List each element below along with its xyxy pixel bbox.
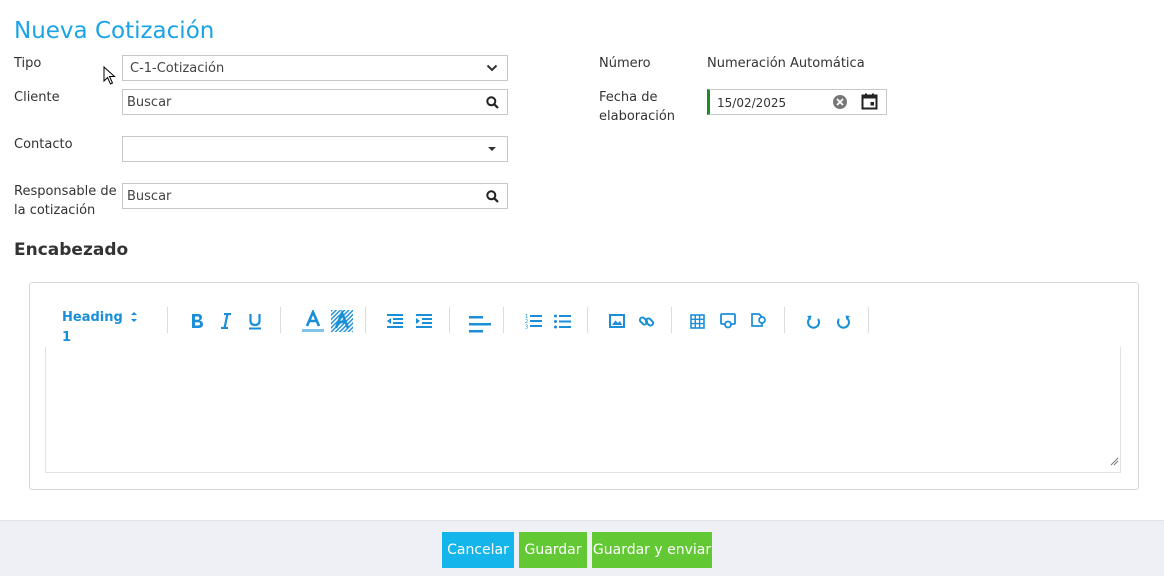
toolbar-separator (503, 307, 504, 333)
save-and-send-button[interactable]: Guardar y enviar (592, 532, 712, 568)
image-icon[interactable] (605, 309, 629, 333)
chevron-down-icon (485, 60, 499, 76)
heading-select-line1: Heading (62, 310, 123, 325)
responsable-label-line1: Responsable de (14, 184, 117, 199)
fecha-label: Fecha de elaboración (599, 88, 675, 126)
clear-icon[interactable] (832, 94, 848, 113)
toolbar-separator (868, 307, 869, 333)
media-icon[interactable] (716, 309, 740, 333)
responsable-search-input[interactable]: Buscar (122, 183, 508, 209)
numero-value: Numeración Automática (707, 56, 865, 71)
save-button[interactable]: Guardar (519, 532, 587, 568)
toolbar-separator (280, 307, 281, 333)
rich-text-editor: Heading 1 1 2 3 (29, 282, 1139, 490)
outdent-icon[interactable] (383, 309, 407, 333)
toolbar-separator (449, 307, 450, 333)
page-title: Nueva Cotización (14, 18, 215, 44)
indent-icon[interactable] (412, 309, 436, 333)
table-icon[interactable] (685, 309, 709, 333)
editor-toolbar: Heading 1 1 2 3 (46, 301, 1106, 351)
search-icon[interactable] (485, 94, 499, 110)
search-icon[interactable] (485, 188, 499, 204)
svg-text:3: 3 (525, 325, 528, 330)
font-color-icon[interactable] (301, 309, 325, 333)
align-left-icon[interactable] (468, 313, 492, 337)
toolbar-separator (587, 307, 588, 333)
cliente-placeholder: Buscar (127, 95, 172, 110)
fecha-label-line1: Fecha de (599, 90, 658, 105)
fecha-value: 15/02/2025 (717, 96, 787, 110)
heading-select[interactable]: Heading 1 (62, 308, 138, 348)
cliente-search-input[interactable]: Buscar (122, 89, 508, 115)
highlight-color-icon[interactable] (330, 309, 354, 333)
toolbar-separator (167, 307, 168, 333)
unordered-list-icon[interactable] (550, 309, 574, 333)
responsable-label: Responsable de la cotización (14, 182, 117, 220)
italic-icon[interactable] (214, 309, 238, 333)
mouse-cursor-icon (103, 65, 117, 91)
link-icon[interactable] (634, 309, 658, 333)
resize-handle-icon[interactable] (1110, 453, 1119, 471)
fecha-label-line2: elaboración (599, 109, 676, 124)
section-title: Encabezado (14, 240, 129, 260)
undo-icon[interactable] (801, 309, 825, 333)
numero-label: Número (599, 56, 651, 71)
file-icon[interactable] (746, 309, 770, 333)
toolbar-separator (365, 307, 366, 333)
footer-bar: Cancelar Guardar Guardar y enviar (0, 520, 1164, 576)
editor-content-area[interactable] (45, 347, 1121, 473)
responsable-placeholder: Buscar (127, 189, 172, 204)
redo-icon[interactable] (831, 309, 855, 333)
tipo-value: C-1-Cotización (130, 61, 225, 76)
tipo-select[interactable]: C-1-Cotización (122, 55, 508, 81)
caret-down-icon (485, 141, 499, 157)
underline-icon[interactable] (243, 309, 267, 333)
toolbar-separator (671, 307, 672, 333)
cancel-button[interactable]: Cancelar (442, 532, 514, 568)
tipo-label: Tipo (14, 56, 42, 71)
heading-select-line2: 1 (62, 330, 72, 345)
toolbar-separator (784, 307, 785, 333)
contacto-select[interactable] (122, 136, 508, 162)
sort-arrows-icon (130, 310, 138, 331)
ordered-list-icon[interactable]: 123 (521, 309, 545, 333)
cliente-label: Cliente (14, 90, 60, 105)
fecha-date-input[interactable]: 15/02/2025 (707, 89, 887, 115)
calendar-icon[interactable] (861, 93, 878, 113)
responsable-label-line2: la cotización (14, 203, 96, 218)
bold-icon[interactable] (185, 309, 209, 333)
contacto-label: Contacto (14, 137, 73, 152)
